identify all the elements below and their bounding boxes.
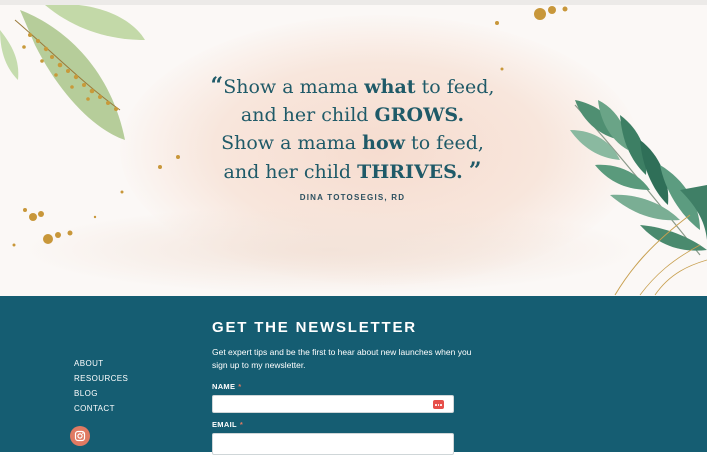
instagram-icon [74,430,86,442]
nav-link-contact[interactable]: CONTACT [74,401,128,416]
quote-line-1: “Show a mama what to feed, [210,73,495,99]
quote-line-4: and her child THRIVES. ” [223,158,482,184]
email-label: EMAIL * [212,420,244,429]
right-leaves [570,100,707,296]
instagram-button[interactable] [70,426,90,446]
nav-link-resources[interactable]: RESOURCES [74,371,128,386]
testimonial-quote: “Show a mama what to feed, and her child… [180,72,525,186]
close-quote-mark: ” [468,158,482,184]
newsletter-description: Get expert tips and be the first to hear… [212,347,472,370]
name-field[interactable] [212,395,454,417]
left-leaves [0,5,145,140]
name-label: NAME * [212,382,242,391]
required-mark: * [239,420,244,429]
quote-attribution: DINA TOTOSEGIS, RD [299,193,406,202]
quote-line-3: Show a mama how to feed, [221,132,484,154]
nav-link-about[interactable]: ABOUT [74,356,128,371]
required-mark: * [238,382,242,391]
name-input[interactable] [216,400,440,417]
newsletter-title: GET THE NEWSLETTER [212,319,417,336]
autofill-icon[interactable] [433,400,444,409]
footer-nav: ABOUT RESOURCES BLOG CONTACT [74,356,128,416]
email-input[interactable] [216,438,440,455]
quote-line-2: and her child GROWS. [240,104,465,126]
hero-section: “Show a mama what to feed, and her child… [0,5,707,296]
open-quote-mark: “ [210,73,224,99]
nav-link-blog[interactable]: BLOG [74,386,128,401]
